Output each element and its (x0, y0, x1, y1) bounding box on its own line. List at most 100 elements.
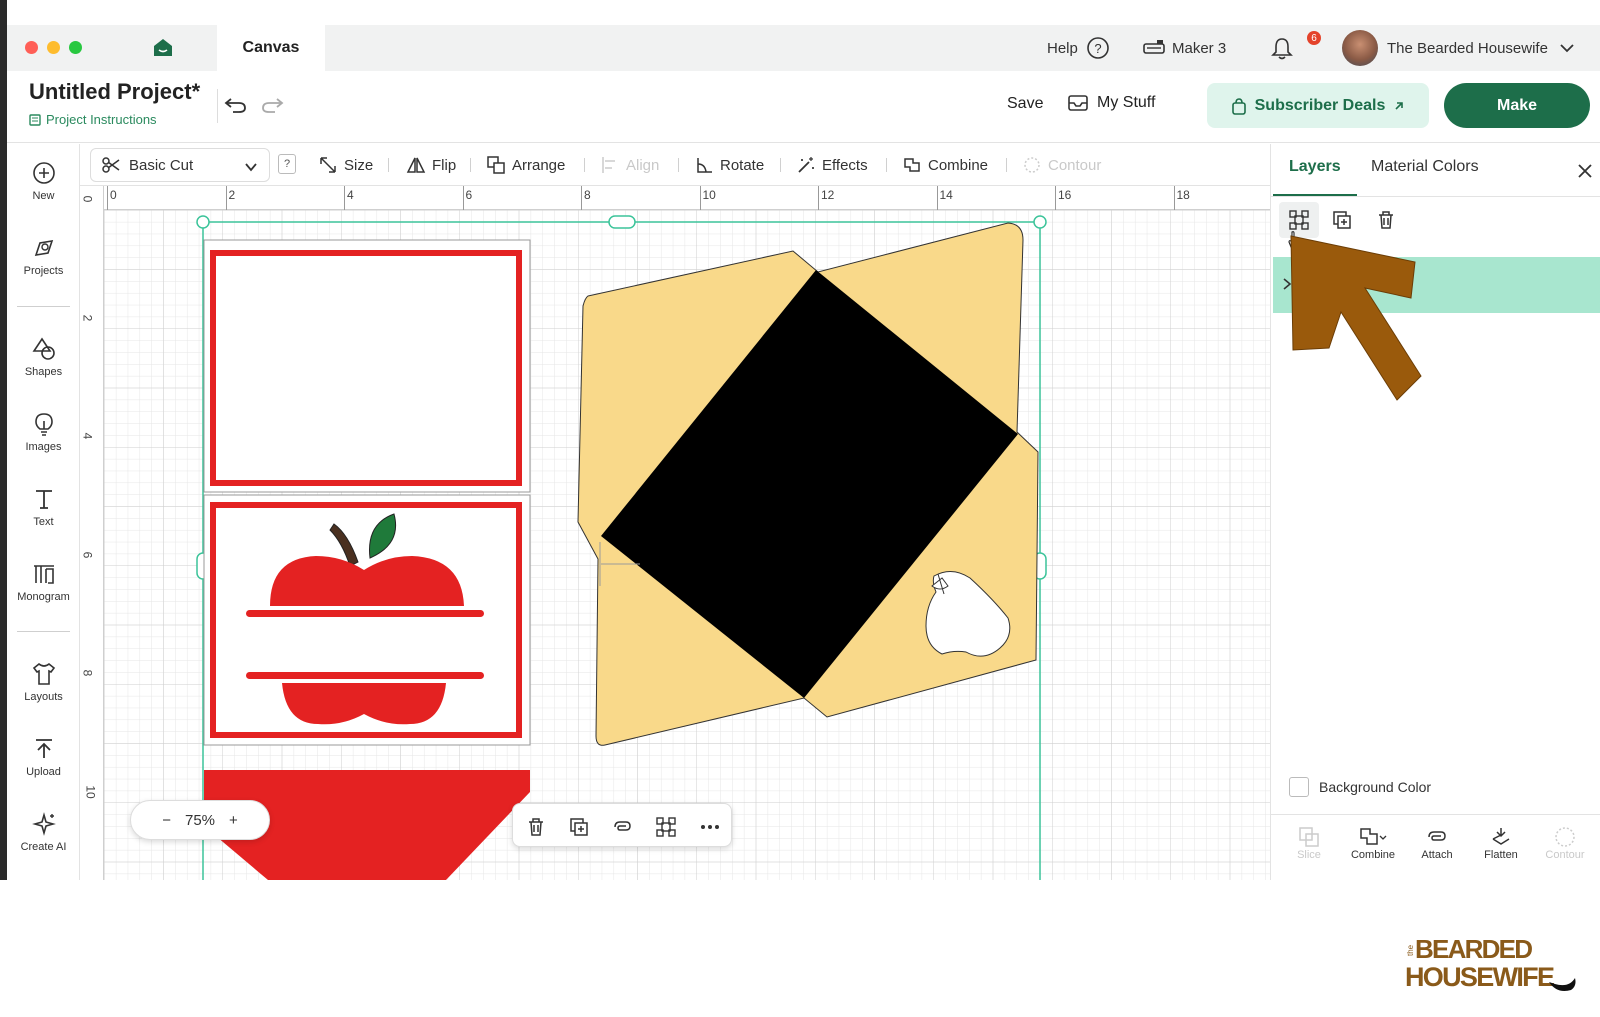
project-instructions-link[interactable]: Project Instructions (29, 112, 157, 127)
projects-icon (34, 239, 53, 257)
ruler-tick (107, 186, 108, 210)
operation-help-button[interactable]: ? (278, 154, 296, 174)
sidebar-item-create-ai[interactable]: Create AI (7, 811, 80, 853)
undo-icon[interactable] (223, 93, 249, 115)
contour-label: Contour (1048, 156, 1102, 174)
flip-label: Flip (432, 156, 457, 174)
ruler-left: 0 2 4 6 8 10 (80, 186, 104, 880)
account-menu[interactable]: The Bearded Housewife (1387, 25, 1576, 71)
scissors-icon (102, 157, 120, 173)
redo-icon[interactable] (259, 93, 285, 115)
sidebar-item-label: Monogram (17, 591, 70, 603)
combine-button[interactable]: Combine (1341, 825, 1405, 861)
ruler-top-label: 0 (110, 188, 117, 202)
sidebar-divider (17, 631, 70, 632)
tab-canvas[interactable]: Canvas (217, 25, 325, 71)
tab-material-colors[interactable]: Material Colors (1371, 158, 1479, 176)
design-canvas[interactable]: 0 2 4 6 8 10 12 14 16 18 0 2 4 6 8 10 (80, 186, 1270, 880)
ruler-top-label: 10 (702, 188, 716, 202)
bell-icon[interactable] (1269, 35, 1295, 61)
contour-button[interactable]: Contour (1533, 825, 1597, 861)
save-button[interactable]: Save (1007, 95, 1043, 113)
desktop-edge (0, 0, 7, 880)
rotate-button[interactable]: Rotate (694, 144, 764, 186)
background-color-option[interactable]: Background Color (1289, 777, 1431, 797)
ruler-left-label: 10 (83, 784, 98, 799)
ruler-top-label: 8 (584, 188, 591, 202)
sidebar-item-projects[interactable]: Projects (7, 235, 80, 277)
zoom-in-button[interactable]: + (229, 812, 238, 829)
sidebar-item-monogram[interactable]: Monogram (7, 561, 80, 603)
ruler-tick (344, 186, 345, 210)
canvas-drawing[interactable] (80, 186, 1270, 880)
attach-button[interactable]: Attach (1405, 825, 1469, 861)
attach-icon[interactable] (611, 816, 633, 838)
operation-select[interactable]: Basic Cut (90, 148, 270, 182)
slice-button[interactable]: Slice (1277, 825, 1341, 861)
close-icon[interactable] (1576, 162, 1594, 180)
zoom-out-button[interactable]: − (162, 812, 171, 829)
sidebar-item-text[interactable]: Text (7, 486, 80, 528)
ruler-tick (1055, 186, 1056, 210)
effects-button[interactable]: Effects (796, 144, 868, 186)
sidebar-item-layouts[interactable]: Layouts (7, 661, 80, 703)
align-button[interactable]: Align (600, 144, 659, 186)
subscriber-deals-button[interactable]: Subscriber Deals (1207, 83, 1429, 128)
sidebar-item-shapes[interactable]: Shapes (7, 336, 80, 378)
duplicate-icon[interactable] (568, 816, 590, 838)
close-window-button[interactable] (25, 41, 38, 54)
envelope-template[interactable] (577, 222, 1039, 746)
background-color-checkbox[interactable] (1289, 777, 1309, 797)
sidebar-item-images[interactable]: Images (7, 411, 80, 453)
size-label: Size (344, 156, 374, 174)
zoom-control: − 75% + (130, 800, 270, 840)
avatar[interactable] (1342, 30, 1378, 66)
maximize-window-button[interactable] (69, 41, 82, 54)
tab-layers[interactable]: Layers (1289, 158, 1341, 176)
shirt-icon (32, 662, 55, 685)
contour-button[interactable]: Contour (1022, 144, 1101, 186)
home-icon[interactable] (152, 37, 174, 59)
trash-icon[interactable] (1375, 209, 1397, 231)
my-stuff-button[interactable]: My Stuff (1067, 93, 1155, 113)
brand-logo-image: the BEARDED HOUSEWIFE (1405, 934, 1576, 992)
project-title[interactable]: Untitled Project* (29, 79, 200, 105)
ungroup-icon[interactable] (655, 816, 677, 838)
combine-icon (1360, 828, 1387, 845)
ruler-left-label: 8 (80, 669, 95, 677)
ruler-tick (699, 186, 701, 210)
rotate-handle[interactable] (608, 215, 636, 229)
card-frame-top[interactable] (203, 239, 531, 493)
effects-label: Effects (822, 156, 868, 174)
resize-icon (320, 157, 336, 173)
sidebar-item-new[interactable]: New (7, 160, 80, 202)
monogram-icon (33, 565, 54, 584)
machine-label: Maker 3 (1172, 39, 1227, 57)
resize-handle[interactable] (1033, 215, 1047, 229)
annotation-arrow-icon (1290, 235, 1422, 401)
sidebar-item-label: Upload (26, 766, 61, 778)
combine-button[interactable]: Combine (902, 144, 988, 186)
ruler-tick (936, 186, 938, 210)
machine-selector[interactable]: Maker 3 (1142, 25, 1226, 71)
upload-icon (35, 739, 52, 758)
size-button[interactable]: Size (318, 144, 373, 186)
make-button[interactable]: Make (1444, 83, 1590, 128)
help-button[interactable]: Help ? (1047, 25, 1110, 71)
flip-button[interactable]: Flip (406, 144, 456, 186)
more-options-icon[interactable] (699, 816, 721, 838)
duplicate-icon[interactable] (1331, 209, 1353, 231)
divider (886, 158, 887, 172)
layers-panel: Layers Material Colors Background Color … (1270, 144, 1600, 880)
trash-icon[interactable] (525, 816, 547, 838)
bearded-housewife-logo: the BEARDED HOUSEWIFE (1405, 930, 1585, 1000)
minimize-window-button[interactable] (47, 41, 60, 54)
flatten-button[interactable]: Flatten (1469, 825, 1533, 861)
arrange-button[interactable]: Arrange (486, 144, 565, 186)
sidebar-item-label: Create AI (20, 841, 67, 853)
svg-text:BEARDED: BEARDED (1415, 934, 1533, 964)
flatten-label: Flatten (1484, 849, 1518, 861)
sidebar-item-upload[interactable]: Upload (7, 736, 80, 778)
resize-handle[interactable] (196, 215, 210, 229)
divider (470, 158, 471, 172)
